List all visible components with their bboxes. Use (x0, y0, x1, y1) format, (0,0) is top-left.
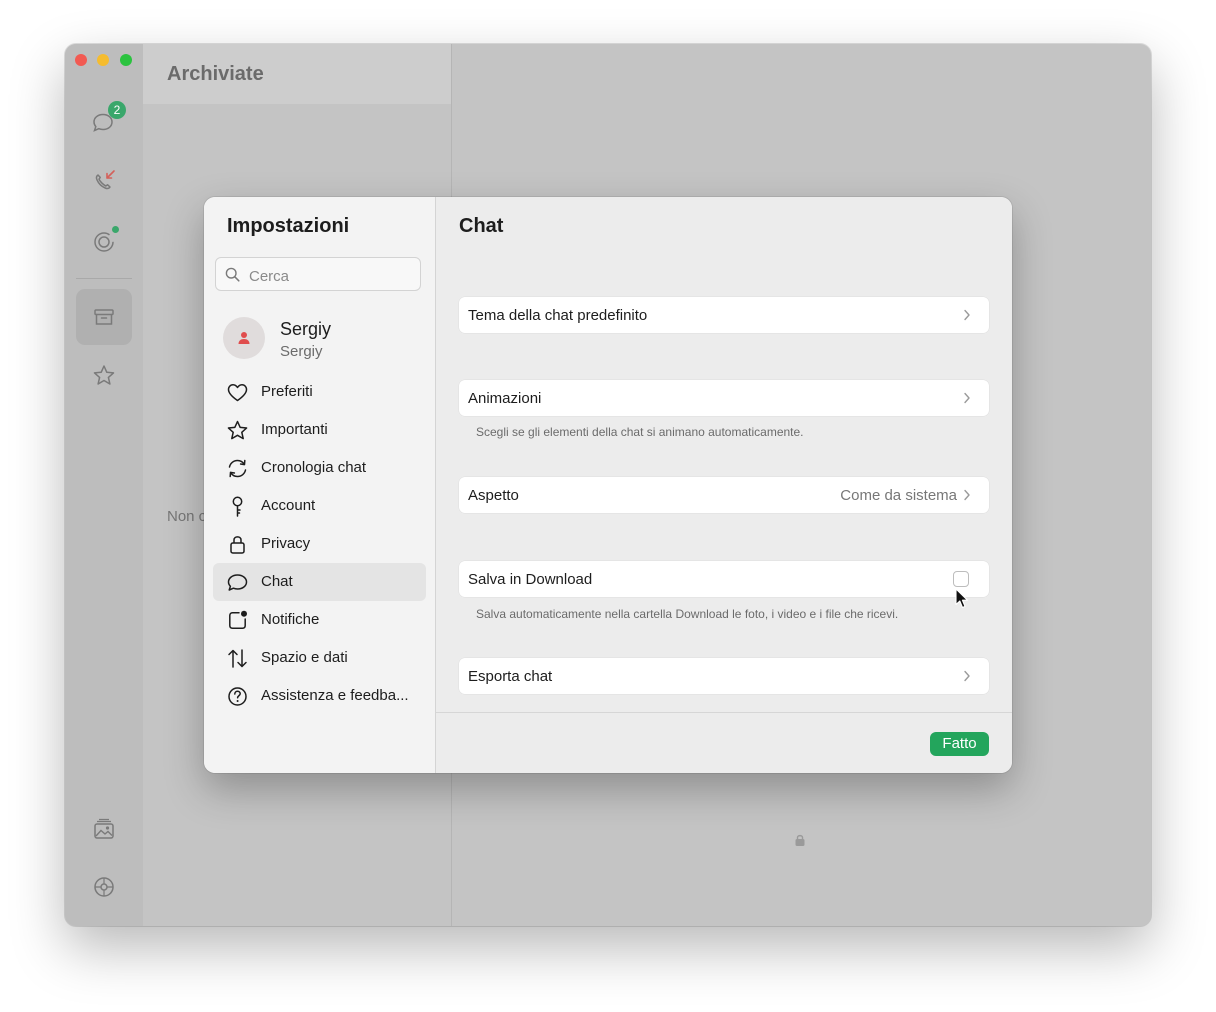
nav-label: Assistenza e feedba... (261, 687, 409, 704)
phone-missed-icon (95, 170, 115, 190)
zoom-window-button[interactable] (120, 54, 132, 66)
chevron-right-icon (964, 309, 970, 321)
settings-search-box[interactable] (215, 257, 421, 291)
avatar (223, 317, 265, 359)
mouse-pointer-icon (955, 588, 969, 609)
nav-label: Account (261, 497, 316, 514)
rail-status-button[interactable] (76, 214, 132, 270)
close-window-button[interactable] (75, 54, 87, 66)
default-chat-theme-row[interactable]: Tema della chat predefinito (459, 297, 989, 333)
save-to-downloads-checkbox[interactable] (953, 571, 969, 587)
profile-row[interactable]: Sergiy Sergiy (215, 309, 421, 363)
export-chat-row[interactable]: Esporta chat (459, 658, 989, 694)
nav-item-privacy[interactable]: Privacy (213, 525, 426, 563)
rail-settings-button[interactable] (76, 859, 132, 915)
arrows-updown-icon (228, 649, 247, 668)
chat-bubble-icon (227, 574, 248, 591)
chevron-right-icon (964, 489, 970, 501)
settings-title: Impostazioni (227, 215, 350, 237)
status-new-dot (112, 226, 119, 233)
nav-label: Privacy (261, 535, 311, 552)
nav-item-chat[interactable]: Chat (213, 563, 426, 601)
footer-divider (436, 712, 1012, 713)
chat-list-empty-text: Non c (167, 508, 207, 525)
settings-sidebar: Impostazioni Sergiy Sergiy (204, 197, 436, 773)
sidebar-rail: 2 (65, 44, 143, 926)
save-to-downloads-row[interactable]: Salva in Download (459, 561, 989, 597)
lock-icon (230, 536, 245, 554)
done-button[interactable]: Fatto (930, 732, 989, 756)
chat-settings-panel: Chat Tema della chat predefinito Animazi… (436, 197, 1012, 773)
nav-label: Notifiche (261, 611, 320, 628)
encryption-lock-icon (795, 834, 805, 846)
minimize-window-button[interactable] (97, 54, 109, 66)
row-label: Esporta chat (468, 668, 553, 685)
nav-label: Chat (261, 573, 293, 590)
nav-item-cronologia-chat[interactable]: Cronologia chat (213, 449, 426, 487)
nav-label: Spazio e dati (261, 649, 348, 666)
nav-item-spazio-e-dati[interactable]: Spazio e dati (213, 639, 426, 677)
profile-name: Sergiy (280, 319, 332, 339)
media-gallery-icon (94, 818, 114, 839)
settings-gear-icon (94, 877, 114, 897)
row-label: Aspetto (468, 487, 519, 504)
key-icon (232, 496, 243, 517)
rail-divider (76, 278, 132, 279)
nav-item-notifiche[interactable]: Notifiche (213, 601, 426, 639)
animations-description: Scegli se gli elementi della chat si ani… (476, 425, 804, 439)
nav-item-account[interactable]: Account (213, 487, 426, 525)
user-icon (238, 332, 250, 344)
help-icon (228, 687, 247, 706)
archive-icon (94, 309, 114, 325)
nav-label: Preferiti (261, 383, 313, 400)
sync-icon (228, 459, 247, 478)
notification-icon (229, 610, 247, 629)
row-label: Tema della chat predefinito (468, 307, 648, 324)
appearance-value: Come da sistema (840, 487, 957, 504)
animations-row[interactable]: Animazioni (459, 380, 989, 416)
rail-calls-button[interactable] (76, 153, 132, 209)
star-icon (93, 365, 115, 385)
chevron-right-icon (964, 392, 970, 404)
chevron-right-icon (964, 670, 970, 682)
save-to-downloads-description: Salva automaticamente nella cartella Dow… (476, 607, 899, 621)
chat-list-title: Archiviate (167, 63, 264, 85)
nav-item-importanti[interactable]: Importanti (213, 411, 426, 449)
search-icon (225, 267, 240, 282)
appearance-row[interactable]: Aspetto Come da sistema (459, 477, 989, 513)
rail-archive-button[interactable] (76, 289, 132, 345)
search-input[interactable] (247, 264, 416, 288)
nav-label: Importanti (261, 421, 328, 438)
star-icon (227, 420, 248, 440)
panel-title: Chat (459, 215, 504, 237)
nav-item-preferiti[interactable]: Preferiti (213, 373, 426, 411)
nav-item-assistenza[interactable]: Assistenza e feedba... (213, 677, 426, 715)
rail-starred-button[interactable] (76, 348, 132, 404)
settings-dialog: Impostazioni Sergiy Sergiy (204, 197, 1012, 773)
nav-label: Cronologia chat (261, 459, 367, 476)
profile-subtitle: Sergiy (280, 343, 323, 360)
unread-count-badge: 2 (108, 101, 126, 119)
rail-media-button[interactable] (76, 801, 132, 857)
row-label: Animazioni (468, 390, 542, 407)
row-label: Salva in Download (468, 571, 593, 588)
settings-nav: Preferiti Importanti Cronologia chat Acc… (213, 373, 426, 715)
heart-icon (227, 384, 248, 402)
